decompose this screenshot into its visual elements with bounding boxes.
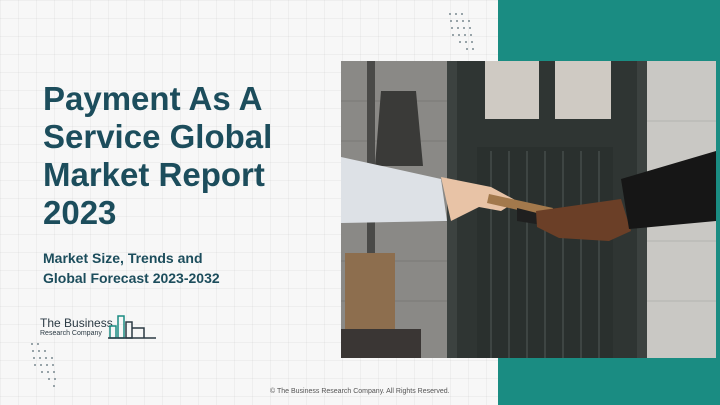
title-line-4: 2023 [43, 194, 117, 231]
logo-text-line-2: Research Company [40, 330, 102, 337]
copyright-footer: © The Business Research Company. All Rig… [270, 388, 450, 395]
dot-pattern-top [449, 13, 474, 50]
report-title: Payment As A Service Global Market Repor… [43, 80, 333, 232]
hero-photo-card-payment [341, 61, 716, 358]
title-line-3: Market Report [43, 156, 265, 193]
logo-text-line-1: The Business [40, 316, 113, 330]
slide: Payment As A Service Global Market Repor… [0, 0, 720, 405]
report-subtitle: Market Size, Trends and Global Forecast … [43, 248, 323, 288]
subtitle-line-2: Global Forecast 2023-2032 [43, 270, 220, 286]
dot-pattern-bottom [31, 343, 56, 387]
company-logo: The Business Research Company [40, 312, 160, 342]
subtitle-line-1: Market Size, Trends and [43, 250, 203, 266]
payment-handover-illustration [341, 61, 716, 358]
title-line-2: Service Global [43, 118, 273, 155]
logo-bars-icon [108, 315, 156, 339]
title-line-1: Payment As A [43, 80, 263, 117]
